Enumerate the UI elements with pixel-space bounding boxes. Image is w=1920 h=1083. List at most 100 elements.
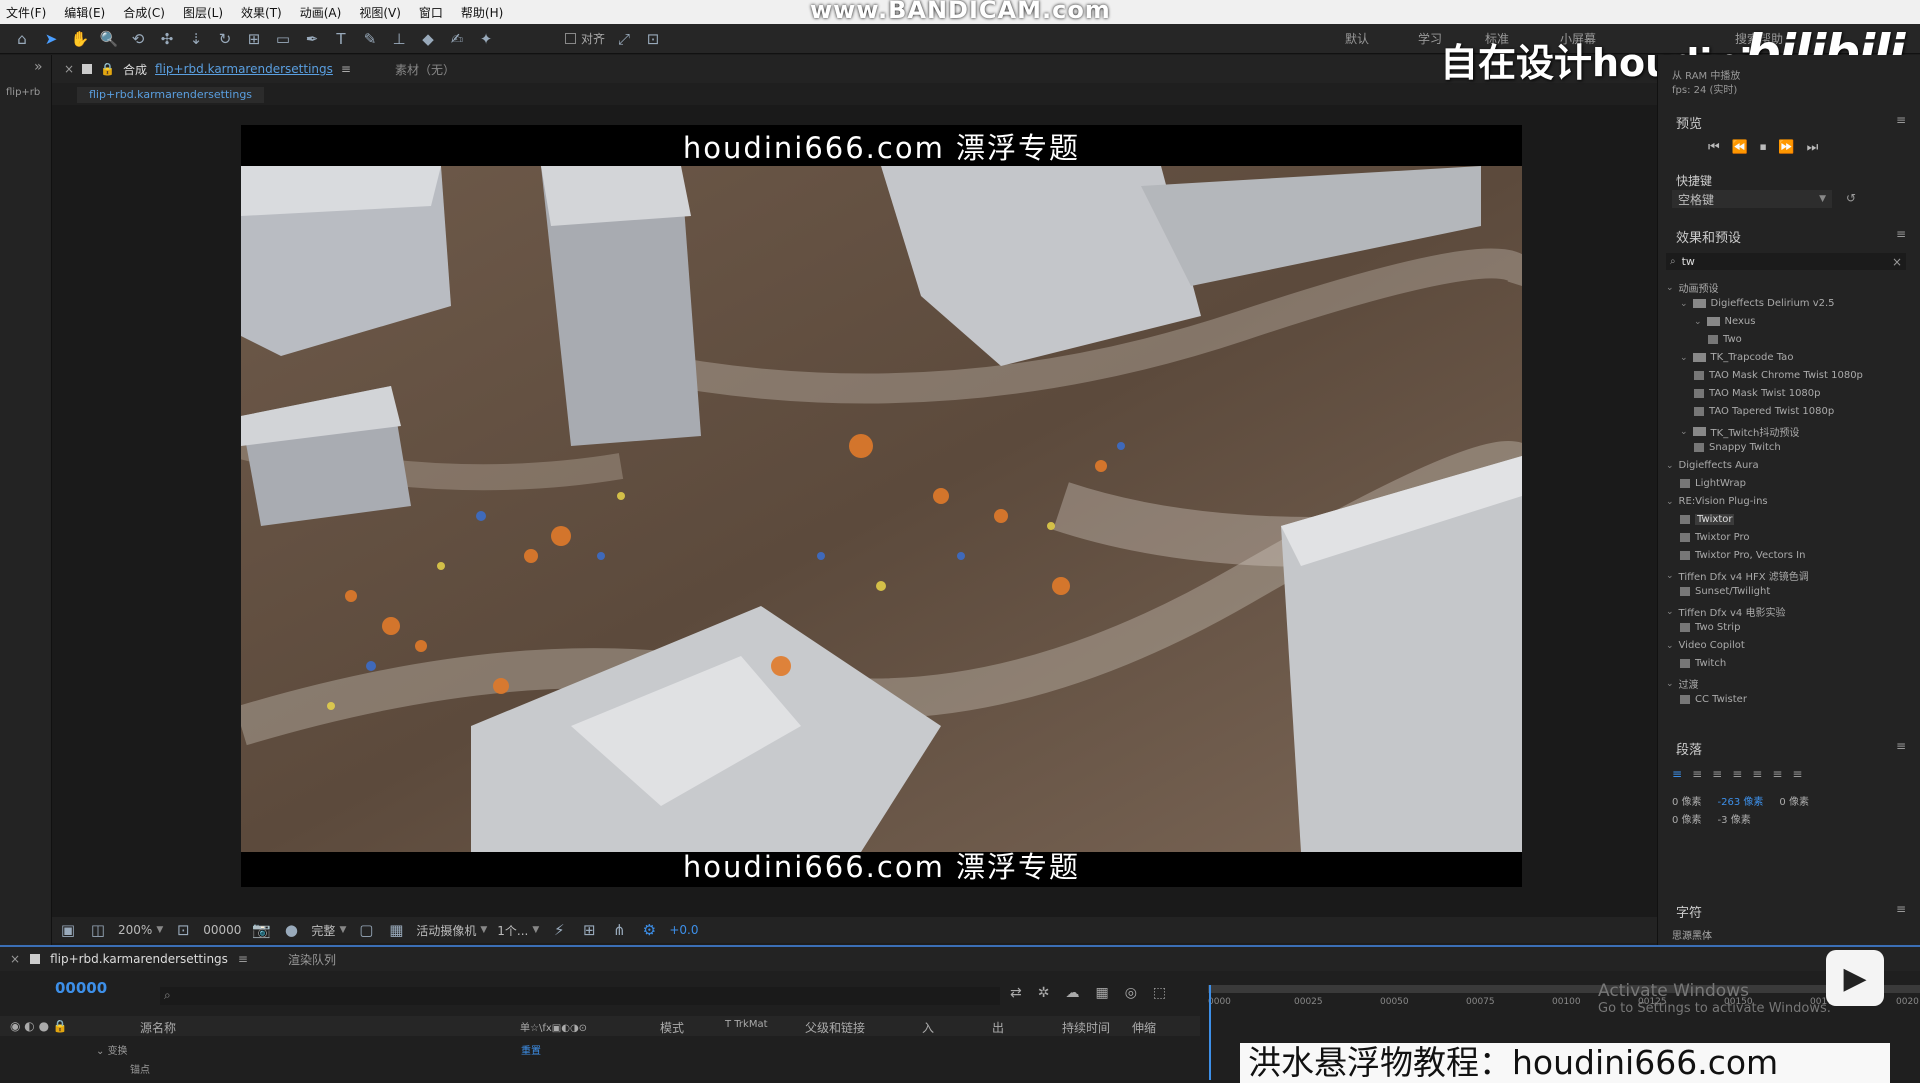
- stop-icon[interactable]: ⏹: [1760, 140, 1767, 155]
- effects-tree-item[interactable]: ⌄ 动画预设: [1666, 280, 1719, 296]
- effects-tree-item[interactable]: Two: [1708, 334, 1742, 345]
- justify-all-icon[interactable]: ≡: [1792, 767, 1802, 781]
- effects-tree-item[interactable]: ⌄ 过渡: [1666, 676, 1699, 692]
- always-preview-icon[interactable]: ▣: [58, 920, 78, 940]
- puppet-tool-icon[interactable]: ✦: [476, 29, 496, 49]
- panel-menu-icon[interactable]: ≡: [1896, 227, 1906, 241]
- shy-layers-icon[interactable]: ☁: [1065, 985, 1079, 1001]
- reset-transform-link[interactable]: 重置: [521, 1042, 541, 1057]
- menu-edit[interactable]: 编辑(E): [64, 4, 105, 21]
- project-item-label[interactable]: flip+rb: [6, 87, 40, 98]
- breadcrumb[interactable]: flip+rbd.karmarendersettings: [77, 87, 265, 103]
- close-icon[interactable]: ×: [64, 62, 74, 76]
- effects-tree-item[interactable]: Twitch: [1680, 658, 1726, 669]
- col-out[interactable]: 出: [992, 1019, 1004, 1036]
- flowchart-icon[interactable]: ⋔: [609, 920, 629, 940]
- reset-icon[interactable]: ↺: [1846, 191, 1856, 205]
- display-options-icon[interactable]: ◫: [88, 920, 108, 940]
- workspace-default[interactable]: 默认: [1345, 30, 1369, 47]
- layer-search[interactable]: ⌕: [160, 987, 1000, 1005]
- motion-blur-icon[interactable]: ◎: [1125, 985, 1137, 1001]
- anchor-tool-icon[interactable]: ⊞: [244, 29, 264, 49]
- previous-frame-icon[interactable]: ⏪: [1732, 140, 1748, 155]
- layer-property-transform[interactable]: ⌄ 变换: [96, 1042, 128, 1057]
- col-duration[interactable]: 持续时间: [1062, 1019, 1110, 1036]
- effects-tree-item[interactable]: ⌄ Nexus: [1694, 316, 1755, 327]
- snapshot-icon[interactable]: 📷: [251, 920, 271, 940]
- exposure-value[interactable]: +0.0: [669, 923, 698, 937]
- space-after-value[interactable]: -3 像素: [1718, 811, 1751, 826]
- expand-arrow-icon[interactable]: ⌄: [1666, 283, 1674, 293]
- effects-tree-item[interactable]: Twixtor Pro: [1680, 532, 1750, 543]
- effects-tree-item[interactable]: LightWrap: [1680, 478, 1746, 489]
- expand-arrow-icon[interactable]: ⌄: [1666, 679, 1674, 689]
- menu-view[interactable]: 视图(V): [359, 4, 401, 21]
- transparency-grid-icon[interactable]: ▦: [386, 920, 406, 940]
- justify-last-left-icon[interactable]: ≡: [1732, 767, 1742, 781]
- expand-arrow-icon[interactable]: ⌄: [1680, 299, 1688, 309]
- menu-layer[interactable]: 图层(L): [183, 4, 223, 21]
- dolly-tool-icon[interactable]: ⇣: [186, 29, 206, 49]
- snap-toggle[interactable]: 对齐: [565, 30, 605, 47]
- effects-tree-item[interactable]: ⌄ Digieffects Delirium v2.5: [1680, 298, 1835, 309]
- close-icon[interactable]: ×: [10, 952, 20, 966]
- effects-tree-item[interactable]: Sunset/Twilight: [1680, 586, 1770, 597]
- effects-tree-item[interactable]: Snappy Twitch: [1694, 442, 1781, 453]
- frame-blending-icon[interactable]: ▦: [1095, 985, 1108, 1001]
- exposure-reset-icon[interactable]: ⚙: [639, 920, 659, 940]
- space-before-value[interactable]: 0 像素: [1672, 811, 1702, 826]
- align-center-icon[interactable]: ≡: [1692, 767, 1702, 781]
- clone-stamp-tool-icon[interactable]: ⊥: [389, 29, 409, 49]
- resolution-dropdown[interactable]: 完整 ▼: [311, 922, 346, 939]
- comp-flowchart-icon[interactable]: ⇄: [1010, 985, 1022, 1001]
- effects-tree-item[interactable]: Twixtor: [1680, 514, 1735, 525]
- snap-grid-icon[interactable]: ⊡: [643, 29, 663, 49]
- timeline-icon[interactable]: ⊞: [579, 920, 599, 940]
- rectangle-tool-icon[interactable]: ▭: [273, 29, 293, 49]
- selection-tool-icon[interactable]: ➤: [41, 29, 61, 49]
- col-trkmat[interactable]: T TrkMat: [725, 1019, 768, 1030]
- justify-last-center-icon[interactable]: ≡: [1752, 767, 1762, 781]
- align-left-icon[interactable]: ≡: [1672, 767, 1682, 781]
- next-frame-icon[interactable]: ⏩: [1778, 140, 1794, 155]
- composition-tab-prefix[interactable]: 合成: [123, 61, 147, 78]
- camera-dropdown[interactable]: 活动摄像机 ▼: [416, 922, 487, 939]
- current-time[interactable]: 00000: [203, 923, 241, 937]
- panel-menu-icon[interactable]: ≡: [1896, 739, 1906, 753]
- col-source-name[interactable]: 源名称: [140, 1019, 176, 1036]
- rotate-tool-icon[interactable]: ↻: [215, 29, 235, 49]
- col-stretch[interactable]: 伸缩: [1132, 1019, 1156, 1036]
- timeline-comp-tab[interactable]: flip+rbd.karmarendersettings: [50, 952, 228, 966]
- menu-window[interactable]: 窗口: [419, 4, 443, 21]
- preview-frame[interactable]: houdini666.com 漂浮专题 houdini666.com 漂浮专题: [241, 125, 1522, 887]
- col-in[interactable]: 入: [922, 1019, 934, 1036]
- graph-editor-icon[interactable]: ⬚: [1153, 985, 1166, 1001]
- col-parent[interactable]: 父级和链接: [805, 1019, 865, 1036]
- pen-tool-icon[interactable]: ✒: [302, 29, 322, 49]
- snap-options-icon[interactable]: ⤢: [614, 29, 634, 49]
- menu-composition[interactable]: 合成(C): [123, 4, 165, 21]
- indent-right-value[interactable]: 0 像素: [1779, 793, 1809, 808]
- col-switches[interactable]: 单☆\fx▣◐◑⊙: [520, 1019, 587, 1034]
- first-frame-icon[interactable]: ⏮: [1708, 140, 1720, 155]
- indent-left-value[interactable]: 0 像素: [1672, 793, 1702, 808]
- home-icon[interactable]: ⌂: [12, 29, 32, 49]
- shortcut-dropdown[interactable]: 空格键 ▼: [1672, 190, 1832, 208]
- fast-preview-icon[interactable]: ⚡: [549, 920, 569, 940]
- expand-arrow-icon[interactable]: ⌄: [1666, 607, 1674, 617]
- region-of-interest-icon[interactable]: ▢: [356, 920, 376, 940]
- hand-tool-icon[interactable]: ✋: [70, 29, 90, 49]
- effects-tree-item[interactable]: ⌄ Video Copilot: [1666, 640, 1745, 651]
- views-dropdown[interactable]: 1个... ▼: [497, 922, 539, 939]
- snap-checkbox[interactable]: [565, 33, 576, 44]
- eraser-tool-icon[interactable]: ◆: [418, 29, 438, 49]
- effects-tree-item[interactable]: ⌄ TK_Twitch抖动预设: [1680, 424, 1799, 440]
- menu-animation[interactable]: 动画(A): [300, 4, 342, 21]
- effects-tree-item[interactable]: ⌄ Tiffen Dfx v4 电影实验: [1666, 604, 1785, 620]
- panel-menu-icon[interactable]: ≡: [1896, 902, 1906, 916]
- playhead[interactable]: [1209, 985, 1211, 1080]
- panel-menu-icon[interactable]: ≡: [1896, 113, 1906, 127]
- workspace-learn[interactable]: 学习: [1418, 30, 1442, 47]
- expand-arrow-icon[interactable]: ⌄: [1666, 461, 1674, 471]
- effects-tree-item[interactable]: CC Twister: [1680, 694, 1747, 705]
